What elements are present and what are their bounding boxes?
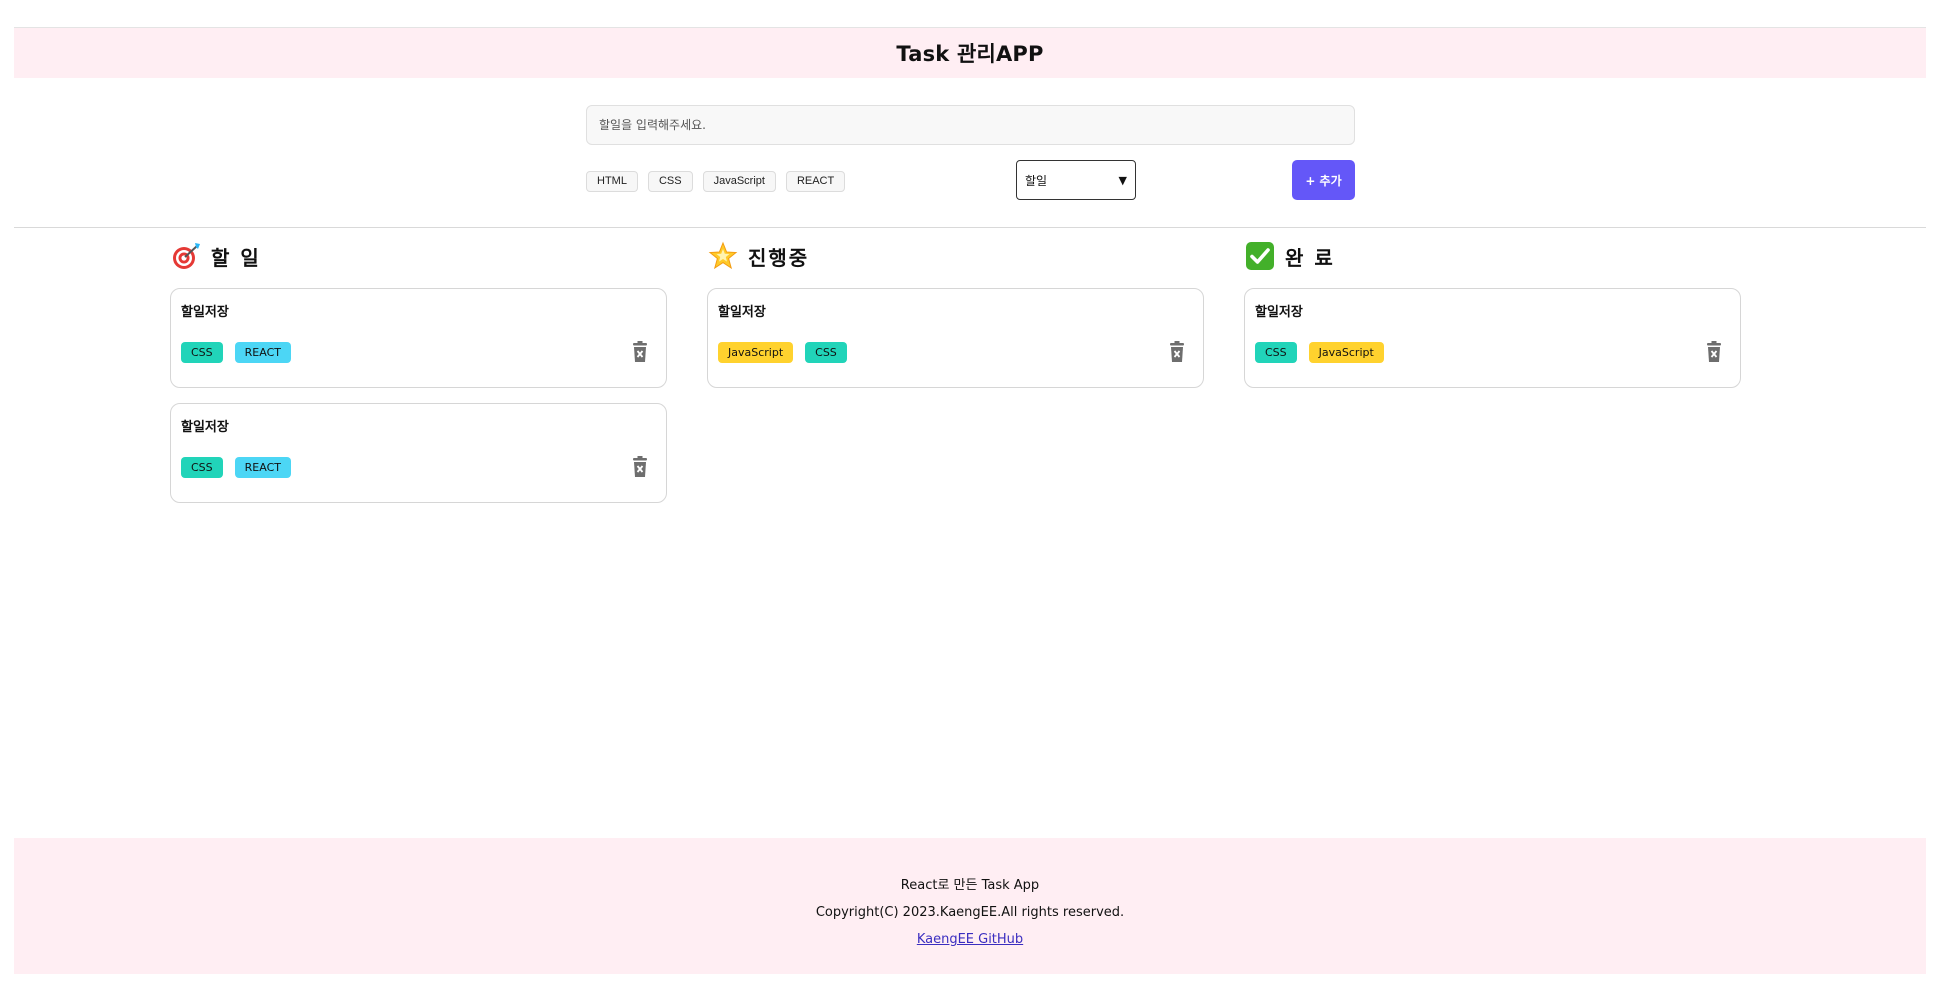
task-tag-css: CSS: [181, 342, 223, 363]
task-title: 할일저장: [718, 305, 766, 320]
task-tag-css: CSS: [1255, 342, 1297, 363]
app-footer: React로 만든 Task App Copyright(C) 2023.Kae…: [14, 838, 1926, 974]
column-header: 완 료: [1244, 240, 1741, 272]
task-card: 할일저장 CSS REACT: [170, 403, 667, 503]
task-tag-css: CSS: [805, 342, 847, 363]
tag-option-css[interactable]: CSS: [647, 171, 693, 192]
tag-option-javascript[interactable]: JavaScript: [702, 171, 776, 192]
tag-selector: HTML CSS JavaScript REACT: [586, 171, 846, 192]
task-board: 할 일 할일저장 CSS REACT 할일저장 CSS REACT 진행중 할일…: [170, 240, 1741, 518]
tag-option-react[interactable]: REACT: [785, 171, 846, 192]
task-tag-javascript: JavaScript: [1308, 342, 1384, 363]
column-done: 완 료 할일저장 CSS JavaScript: [1244, 240, 1741, 518]
task-card: 할일저장 CSS REACT: [170, 288, 667, 388]
tag-option-html[interactable]: HTML: [586, 171, 638, 192]
app-header: Task 관리APP: [14, 28, 1926, 78]
task-tags: CSS REACT: [181, 342, 291, 363]
task-tag-css: CSS: [181, 457, 223, 478]
delete-icon[interactable]: [632, 341, 648, 363]
dart-target-icon: [171, 241, 201, 271]
column-todo: 할 일 할일저장 CSS REACT 할일저장 CSS REACT: [170, 240, 667, 518]
task-tags: CSS JavaScript: [1255, 342, 1384, 363]
delete-icon[interactable]: [632, 456, 648, 478]
column-title: 할 일: [211, 245, 261, 270]
task-tags: CSS REACT: [181, 457, 291, 478]
task-card: 할일저장 CSS JavaScript: [1244, 288, 1741, 388]
column-title: 진행중: [748, 245, 810, 270]
github-link[interactable]: KaengEE GitHub: [917, 926, 1023, 953]
page-title: Task 관리APP: [896, 42, 1044, 66]
status-select[interactable]: 할일 ▼: [1016, 160, 1136, 200]
task-title: 할일저장: [181, 305, 229, 320]
column-header: 할 일: [170, 240, 667, 272]
task-tag-react: REACT: [234, 342, 291, 363]
check-mark-button-icon: [1245, 241, 1275, 271]
task-tag-react: REACT: [234, 457, 291, 478]
column-in-progress: 진행중 할일저장 JavaScript CSS: [707, 240, 1204, 518]
delete-icon[interactable]: [1169, 341, 1185, 363]
task-card: 할일저장 JavaScript CSS: [707, 288, 1204, 388]
footer-line-1: React로 만든 Task App: [900, 878, 1040, 893]
footer-copyright: Copyright(C) 2023.KaengEE.All rights res…: [815, 905, 1125, 920]
column-title: 완 료: [1285, 245, 1335, 270]
task-title: 할일저장: [1255, 305, 1303, 320]
task-title: 할일저장: [181, 420, 229, 435]
task-input[interactable]: [586, 105, 1355, 145]
glowing-star-icon: [708, 241, 738, 271]
task-tags: JavaScript CSS: [718, 342, 847, 363]
column-header: 진행중: [707, 240, 1204, 272]
status-select-value: 할일: [1025, 173, 1048, 188]
task-tag-javascript: JavaScript: [718, 342, 794, 363]
task-form: HTML CSS JavaScript REACT 할일 ▼ + 추가: [14, 78, 1926, 228]
chevron-down-icon: ▼: [1118, 173, 1127, 187]
delete-icon[interactable]: [1706, 341, 1722, 363]
add-task-button[interactable]: + 추가: [1292, 160, 1355, 200]
